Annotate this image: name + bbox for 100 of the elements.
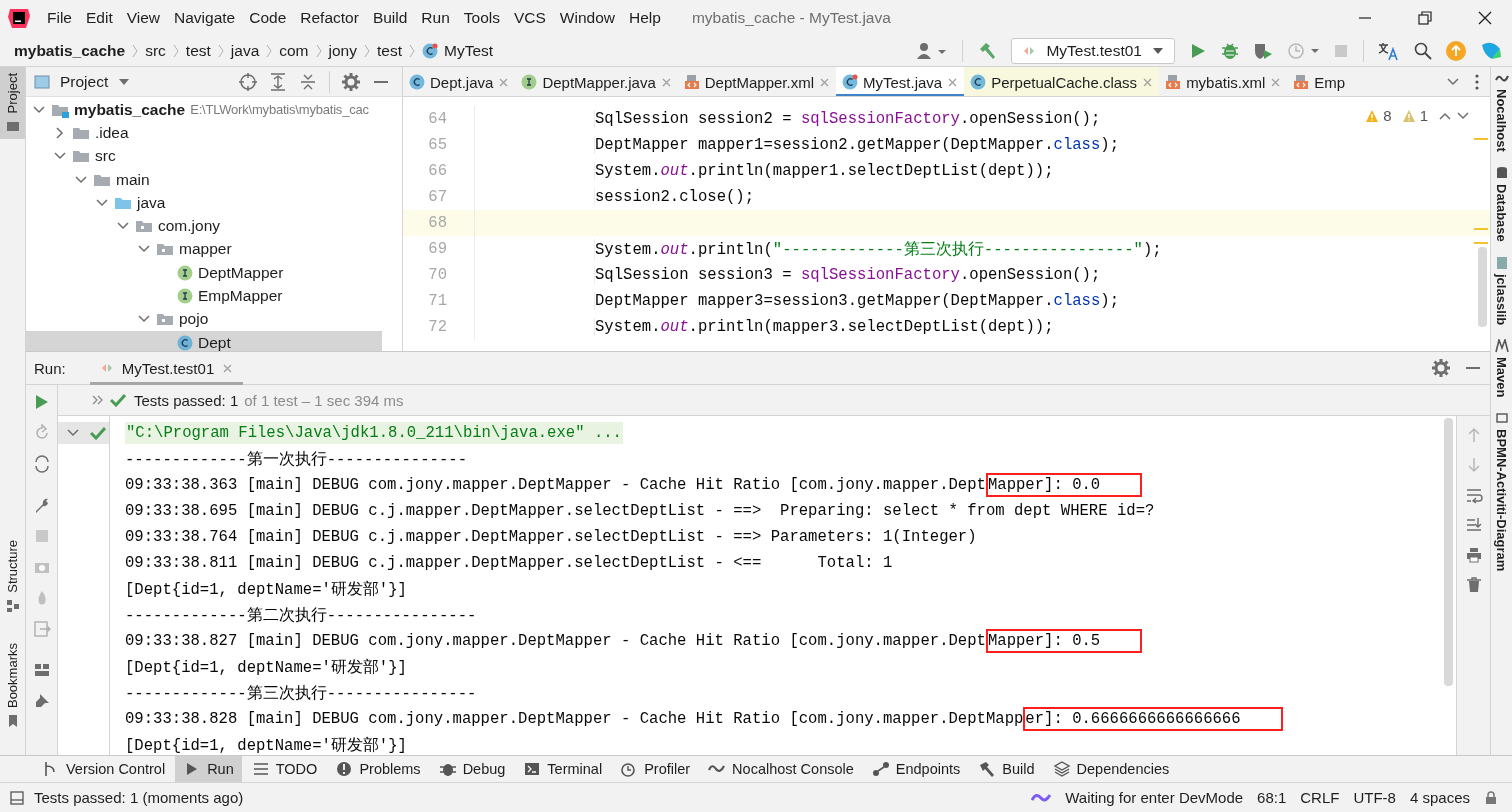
test-duration: of 1 test – 1 sec 394 ms — [244, 391, 404, 409]
line-number: 65 — [427, 136, 447, 154]
menu-item[interactable]: Navigate — [167, 8, 243, 27]
tool-window-tab[interactable]: Database — [1491, 165, 1512, 242]
tool-window-tab[interactable]: Problems — [327, 755, 429, 783]
breadcrumb[interactable]: java — [230, 41, 260, 60]
tool-window-tab[interactable]: Project — [0, 67, 25, 140]
code-line: System.out.println(mapper1.selectDeptList(dept)); — [594, 162, 1054, 180]
line-number: 64 — [427, 110, 447, 128]
module-path: E:\TLWork\mybatis\mybatis_cac — [190, 102, 369, 118]
editor-tab[interactable]: Dept.java — [403, 67, 516, 96]
line-number: 70 — [427, 266, 447, 284]
code-line: System.out.println(mapper3.selectDeptList(dept)); — [594, 318, 1054, 336]
menu-item[interactable]: Refactor — [293, 8, 366, 27]
editor-tab[interactable]: DeptMapper.java — [515, 67, 678, 96]
code-line: System.out.println("-------------第三次执行----------------"); — [594, 238, 1162, 260]
line-number: 67 — [427, 188, 447, 206]
console-line: -------------第二次执行---------------- — [125, 605, 477, 626]
console-line: 09:33:38.828 [main] DEBUG com.jony.mapper.DeptMapper - Cache Hit Ratio [com.jony.mapper.DeptMapper]: 0.6666666666666666 — [125, 707, 1283, 731]
tool-window-tab[interactable]: Endpoints — [863, 755, 969, 783]
tool-window-tab[interactable]: Nocalhost Console — [700, 755, 862, 783]
tool-window-tab[interactable]: Terminal — [515, 755, 611, 783]
line-number: 69 — [427, 240, 447, 258]
breadcrumb[interactable]: jony — [328, 41, 357, 60]
editor-tab[interactable]: mybatis.xml — [1159, 67, 1288, 96]
tree-item[interactable]: pojo — [26, 307, 402, 331]
line-number: 72 — [427, 318, 447, 336]
tree-item[interactable]: EmpMapper — [26, 284, 402, 308]
tool-window-tab[interactable]: TODO — [243, 755, 326, 783]
editor-tab[interactable]: PerpetualCache.class — [964, 67, 1160, 96]
menu-item[interactable]: Run — [414, 8, 457, 27]
console-line: -------------第三次执行---------------- — [125, 683, 477, 704]
menu-item[interactable]: Code — [242, 8, 294, 27]
tree-item[interactable]: Dept — [26, 330, 382, 351]
tool-window-tab[interactable]: Dependencies — [1044, 755, 1178, 783]
code-line: DeptMapper mapper1=session2.getMapper(DeptMapper.class); — [594, 136, 1120, 154]
project-view-dropdown[interactable]: Project — [34, 72, 131, 91]
code-line: DeptMapper mapper3=session3.getMapper(DeptMapper.class); — [594, 292, 1120, 310]
tool-window-tab[interactable]: Debug — [430, 755, 514, 783]
devmode-status[interactable]: Waiting for enter DevMode — [1065, 789, 1244, 806]
test-status: Tests passed: 1 — [134, 391, 239, 409]
console-line: [Dept{id=1, deptName='研发部'}] — [125, 735, 407, 755]
tree-item[interactable]: mybatis_cache E:\TLWork\mybatis\mybatis_cac — [26, 98, 402, 122]
breadcrumb[interactable]: test — [185, 41, 211, 60]
tool-window-tab[interactable]: Structure — [0, 534, 25, 620]
tool-window-tab[interactable]: Version Control — [34, 755, 174, 783]
line-number: 66 — [427, 162, 447, 180]
status-message: Tests passed: 1 (moments ago) — [34, 789, 244, 806]
line-separator[interactable]: CRLF — [1300, 789, 1340, 806]
menu-item[interactable]: Edit — [79, 8, 120, 27]
line-number: 71 — [427, 292, 447, 310]
editor-tab[interactable]: DeptMapper.xml — [677, 67, 836, 96]
console-line: [Dept{id=1, deptName='研发部'}] — [125, 579, 407, 600]
warning-count[interactable]: 8 — [1383, 107, 1392, 124]
menu-item[interactable]: File — [40, 8, 79, 27]
file-encoding[interactable]: UTF-8 — [1353, 789, 1396, 806]
menu-item[interactable]: Build — [365, 8, 415, 27]
run-label: Run: — [34, 359, 66, 377]
editor-tab[interactable]: Emp — [1287, 67, 1352, 96]
console-line: 09:33:38.811 [main] DEBUG c.j.mapper.DeptMapper.selectDeptList - <== Total: 1 — [125, 554, 893, 572]
tool-window-tab[interactable]: Profiler — [612, 755, 699, 783]
indent-setting[interactable]: 4 spaces — [1409, 789, 1470, 806]
tool-window-tab[interactable]: BPMN-Activiti-Diagram — [1491, 411, 1512, 572]
breadcrumb[interactable]: mybatis_cache — [14, 41, 126, 60]
breadcrumb[interactable]: src — [145, 41, 166, 60]
warning-count[interactable]: 1 — [1419, 107, 1428, 124]
run-configuration-dropdown[interactable]: MyTest.test01 — [1011, 37, 1175, 64]
tool-window-tab[interactable]: Bookmarks — [0, 637, 25, 735]
console-line: -------------第一次执行--------------- — [125, 449, 468, 470]
tool-window-tab[interactable]: Nocalhost — [1491, 71, 1512, 152]
breadcrumb[interactable]: MyTest — [443, 41, 494, 60]
editor-tab[interactable]: MyTest.java — [836, 67, 965, 96]
tool-window-tab[interactable]: Maven — [1491, 338, 1512, 398]
code-line: SqlSession session3 = sqlSessionFactory.openSession(); — [594, 266, 1101, 284]
code-line: session2.close(); — [594, 188, 755, 206]
console-line: 09:33:38.695 [main] DEBUG c.j.mapper.DeptMapper.selectDeptList - ==> Preparing: select * from dept WHERE id=? — [125, 502, 1155, 520]
console-line: 09:33:38.363 [main] DEBUG com.jony.mapper.DeptMapper - Cache Hit Ratio [com.jony.mapper.Dept Mapper]: 0.0 — [125, 473, 1143, 497]
tree-item[interactable]: main — [26, 167, 402, 192]
breadcrumb[interactable]: com — [279, 41, 309, 60]
tree-item[interactable]: .idea — [26, 121, 402, 145]
tool-window-tab[interactable]: jclasslib — [1491, 255, 1512, 325]
console-line: 09:33:38.827 [main] DEBUG com.jony.mapper.DeptMapper - Cache Hit Ratio [com.jony.mapper.Dept Mapper]: 0.5 — [125, 629, 1143, 653]
menu-item[interactable]: Window — [552, 8, 622, 27]
tree-item[interactable]: src — [26, 144, 402, 168]
tree-item[interactable]: DeptMapper — [26, 261, 402, 285]
menu-item[interactable]: Help — [622, 8, 668, 27]
tree-item[interactable]: mapper — [26, 237, 402, 262]
console-line: [Dept{id=1, deptName='研发部'}] — [125, 657, 407, 678]
tree-item[interactable]: java — [26, 191, 402, 215]
breadcrumb[interactable]: test — [377, 41, 402, 60]
caret-position[interactable]: 68:1 — [1257, 789, 1287, 806]
tool-window-tab[interactable]: Build — [970, 755, 1043, 783]
tree-item[interactable]: com.jony — [26, 214, 402, 238]
code-line: SqlSession session2 = sqlSessionFactory.openSession(); — [594, 110, 1101, 128]
tool-window-tab[interactable]: Run — [175, 755, 242, 783]
console-line: 09:33:38.764 [main] DEBUG c.j.mapper.DeptMapper.selectDeptList - ==> Parameters: 1(Integer) — [125, 528, 977, 546]
window-title: mybatis_cache - MyTest.java — [691, 8, 891, 27]
menu-item[interactable]: View — [119, 8, 168, 27]
menu-item[interactable]: VCS — [506, 8, 553, 27]
menu-item[interactable]: Tools — [456, 8, 507, 27]
